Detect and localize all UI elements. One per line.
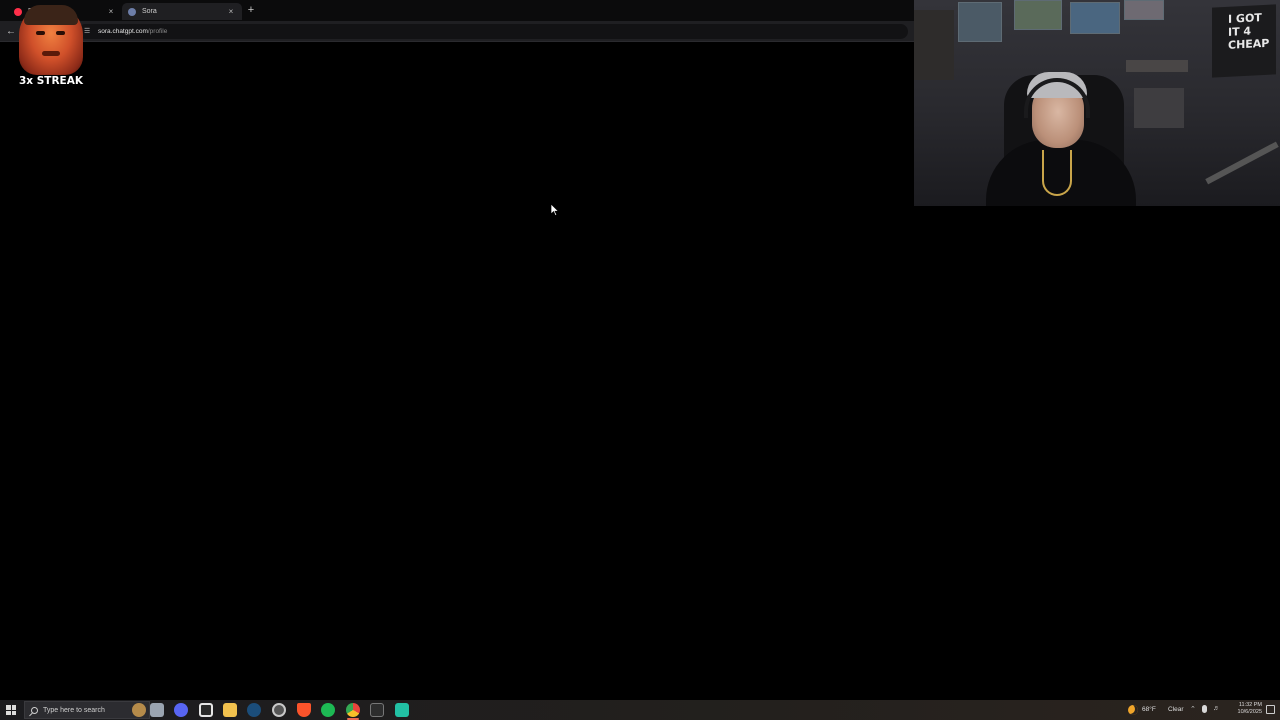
app-icon[interactable] — [395, 703, 409, 717]
settings-icon[interactable] — [272, 703, 286, 717]
sora-icon — [128, 7, 136, 16]
search-placeholder: Type here to search — [43, 706, 105, 714]
system-tray: 68°F Clear ⌃ ♬ 11:32 PM 10/6/2025 — [1120, 700, 1280, 720]
streak-face-eye — [56, 31, 65, 35]
file-explorer-icon[interactable] — [223, 703, 237, 717]
terminal-icon[interactable] — [370, 703, 384, 717]
webcam-mic-arm — [1205, 141, 1279, 185]
webcam-chain — [1042, 150, 1072, 196]
weather-condition[interactable]: Clear — [1168, 706, 1184, 713]
webcam-poster — [1070, 2, 1120, 34]
url-path: /profile — [147, 28, 168, 35]
spotify-icon[interactable] — [321, 703, 335, 717]
clock-time: 11:32 PM — [1238, 702, 1262, 708]
webcam-sign: I GOT IT 4 CHEAP — [1212, 4, 1276, 78]
clock[interactable]: 11:32 PM 10/6/2025 — [1224, 702, 1262, 716]
mouse-cursor-icon — [551, 204, 559, 216]
new-tab-button[interactable]: + — [245, 4, 257, 16]
search-icon — [31, 706, 38, 714]
chevron-up-icon[interactable]: ⌃ — [1190, 705, 1196, 713]
cat-avatar-icon[interactable] — [132, 703, 146, 717]
sign-line: CHEAP — [1228, 36, 1270, 52]
webcam-feed: I GOT IT 4 CHEAP — [914, 0, 1280, 206]
webcam-poster — [958, 2, 1002, 42]
tab-sora[interactable]: Sora × — [122, 3, 242, 20]
tab-title: Sora — [142, 8, 157, 15]
taskbar: Type here to search 68°F Clear ⌃ ♬ 11:32… — [0, 700, 1280, 720]
speaker-icon[interactable]: ♬ — [1213, 705, 1220, 712]
steam-icon[interactable] — [247, 703, 261, 717]
address-bar[interactable]: ☰ sora.chatgpt.com/profile — [78, 24, 908, 39]
brave-icon[interactable] — [297, 703, 311, 717]
clock-date: 10/6/2025 — [1237, 709, 1262, 715]
webcam-shelf — [914, 10, 954, 80]
streak-overlay: 3x STREAK — [14, 3, 88, 91]
webcam-shelf — [1134, 88, 1184, 128]
notepad-icon[interactable] — [150, 703, 164, 717]
weather-temp[interactable]: 68°F — [1142, 706, 1156, 713]
chrome-icon[interactable] — [346, 703, 360, 717]
close-icon[interactable]: × — [226, 7, 236, 16]
close-icon[interactable]: × — [106, 7, 116, 16]
discord-icon[interactable] — [174, 703, 188, 717]
windows-start-icon[interactable] — [6, 705, 16, 715]
streak-face-eye — [36, 31, 45, 35]
streak-face-hair — [24, 5, 78, 25]
webcam-poster — [1014, 0, 1062, 30]
streak-label: 3x STREAK — [19, 75, 83, 87]
moon-icon[interactable] — [1128, 705, 1138, 715]
webcam-poster — [1124, 0, 1164, 20]
screen: Bizzle × Sora × + ← ☰ sora.chatgpt.com/p… — [0, 0, 1280, 720]
capcut-icon[interactable] — [199, 703, 213, 717]
webcam-shelf — [1126, 60, 1188, 72]
microphone-icon[interactable] — [1202, 705, 1207, 713]
notification-icon[interactable] — [1266, 705, 1275, 714]
browser-tab-strip: Bizzle × Sora × + — [0, 0, 914, 21]
url-host: sora.chatgpt.com — [98, 28, 148, 35]
browser-toolbar: ← ☰ sora.chatgpt.com/profile — [0, 21, 914, 42]
streak-face-mouth — [42, 51, 60, 56]
